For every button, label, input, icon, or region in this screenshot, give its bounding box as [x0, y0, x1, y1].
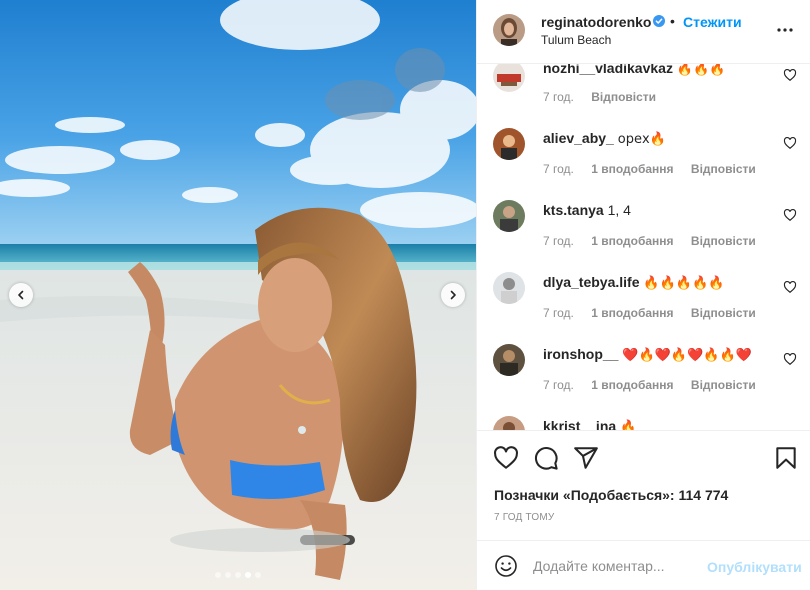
carousel-dot	[255, 572, 261, 578]
comment-item: ironshop__ ❤️🔥❤️🔥❤️🔥🔥❤️ 7 год. 1 вподоба…	[477, 338, 810, 410]
comment-reply[interactable]: Відповісти	[691, 162, 756, 176]
bookmark-icon[interactable]	[773, 445, 799, 471]
comment-username[interactable]: dlya_tebya.life	[543, 274, 640, 290]
comment-time[interactable]: 7 год.	[543, 306, 574, 320]
comment-text: 1, 4	[607, 202, 631, 218]
heart-icon[interactable]	[783, 280, 797, 294]
comment-username[interactable]: aliev_aby_	[543, 130, 614, 146]
commenter-avatar[interactable]	[493, 200, 525, 232]
commenter-avatar[interactable]	[493, 272, 525, 304]
post-details-panel: reginatodorenko • Стежити Tulum Beach no…	[476, 0, 810, 590]
comment-likes[interactable]: 1 вподобання	[591, 306, 673, 320]
publish-button[interactable]: Опублікувати	[707, 559, 802, 575]
comment-icon[interactable]	[533, 445, 559, 471]
comment-item: aliev_aby_ орех🔥 7 год. 1 вподобання Від…	[477, 122, 810, 194]
comment-time[interactable]: 7 год.	[543, 90, 574, 104]
comment-input[interactable]	[533, 553, 703, 579]
carousel-next-button[interactable]	[441, 283, 465, 307]
comment-text: 🔥🔥🔥🔥🔥	[643, 276, 725, 291]
heart-icon[interactable]	[783, 352, 797, 366]
carousel-indicator	[0, 572, 476, 578]
commenter-avatar[interactable]	[493, 128, 525, 160]
comment-meta: 7 год. 1 вподобання Відповісти	[543, 378, 770, 392]
comment-reply[interactable]: Відповісти	[691, 378, 756, 392]
post-timestamp[interactable]: 7 ГОД ТОМУ	[494, 512, 554, 523]
heart-icon[interactable]	[783, 208, 797, 222]
comment-username[interactable]: ironshop__	[543, 346, 618, 362]
comments-list[interactable]: nozhi__vladikavkaz 🔥🔥🔥 7 год. Відповісти…	[477, 64, 810, 430]
comment-reply[interactable]: Відповісти	[591, 90, 656, 104]
comment-text: орех🔥	[617, 132, 666, 147]
comment-item: kts.tanya 1, 4 7 год. 1 вподобання Відпо…	[477, 194, 810, 266]
comment-username[interactable]: nozhi__vladikavkaz	[543, 64, 673, 76]
comment-username[interactable]: kkrist__ina	[543, 418, 616, 430]
carousel-prev-button[interactable]	[9, 283, 33, 307]
comment-meta: 7 год. 1 вподобання Відповісти	[543, 162, 770, 176]
comment-meta: 7 год. 1 вподобання Відповісти	[543, 306, 770, 320]
follow-button[interactable]: Стежити	[683, 14, 742, 30]
comment-meta: 7 год. 1 вподобання Відповісти	[543, 234, 770, 248]
comment-meta: 7 год. Відповісти	[543, 90, 670, 104]
post-header: reginatodorenko • Стежити Tulum Beach	[477, 0, 810, 64]
commenter-avatar[interactable]	[493, 416, 525, 430]
comment-likes[interactable]: 1 вподобання	[591, 162, 673, 176]
heart-icon[interactable]	[783, 68, 797, 82]
comment-item: nozhi__vladikavkaz 🔥🔥🔥 7 год. Відповісти	[477, 64, 810, 122]
commenter-avatar[interactable]	[493, 64, 525, 92]
comment-item: kkrist__ina 🔥	[477, 410, 810, 430]
post-photo[interactable]	[0, 0, 476, 590]
carousel-dot	[215, 572, 221, 578]
comment-text: ❤️🔥❤️🔥❤️🔥🔥❤️	[622, 348, 752, 363]
comment-time[interactable]: 7 год.	[543, 378, 574, 392]
comment-reply[interactable]: Відповісти	[691, 234, 756, 248]
post-location[interactable]: Tulum Beach	[541, 33, 611, 47]
beach-photo	[0, 0, 476, 590]
comment-likes[interactable]: 1 вподобання	[591, 378, 673, 392]
author-username[interactable]: reginatodorenko	[541, 14, 651, 30]
comment-time[interactable]: 7 год.	[543, 162, 574, 176]
comment-reply[interactable]: Відповісти	[691, 306, 756, 320]
share-icon[interactable]	[573, 445, 599, 471]
verified-badge-icon	[653, 15, 665, 27]
comment-text: 🔥	[620, 420, 637, 430]
chevron-right-icon	[450, 290, 456, 300]
comment-likes[interactable]: 1 вподобання	[591, 234, 673, 248]
carousel-dot	[235, 572, 241, 578]
comment-text: 🔥🔥🔥	[676, 64, 726, 77]
comment-item: dlya_tebya.life 🔥🔥🔥🔥🔥 7 год. 1 вподобанн…	[477, 266, 810, 338]
chevron-left-icon	[18, 290, 24, 300]
author-avatar[interactable]	[493, 14, 525, 46]
commenter-avatar[interactable]	[493, 344, 525, 376]
heart-icon[interactable]	[493, 445, 519, 471]
carousel-dot	[225, 572, 231, 578]
heart-icon[interactable]	[783, 136, 797, 150]
more-options-icon[interactable]	[773, 22, 797, 38]
add-comment-bar: Опублікувати	[477, 540, 810, 590]
comment-username[interactable]: kts.tanya	[543, 202, 604, 218]
post-actions: Позначки «Подобається»: 114 774 7 ГОД ТО…	[477, 430, 810, 540]
likes-count[interactable]: Позначки «Подобається»: 114 774	[494, 487, 728, 503]
header-separator: •	[670, 13, 675, 29]
comment-time[interactable]: 7 год.	[543, 234, 574, 248]
carousel-dot	[245, 572, 251, 578]
emoji-icon[interactable]	[494, 554, 518, 578]
